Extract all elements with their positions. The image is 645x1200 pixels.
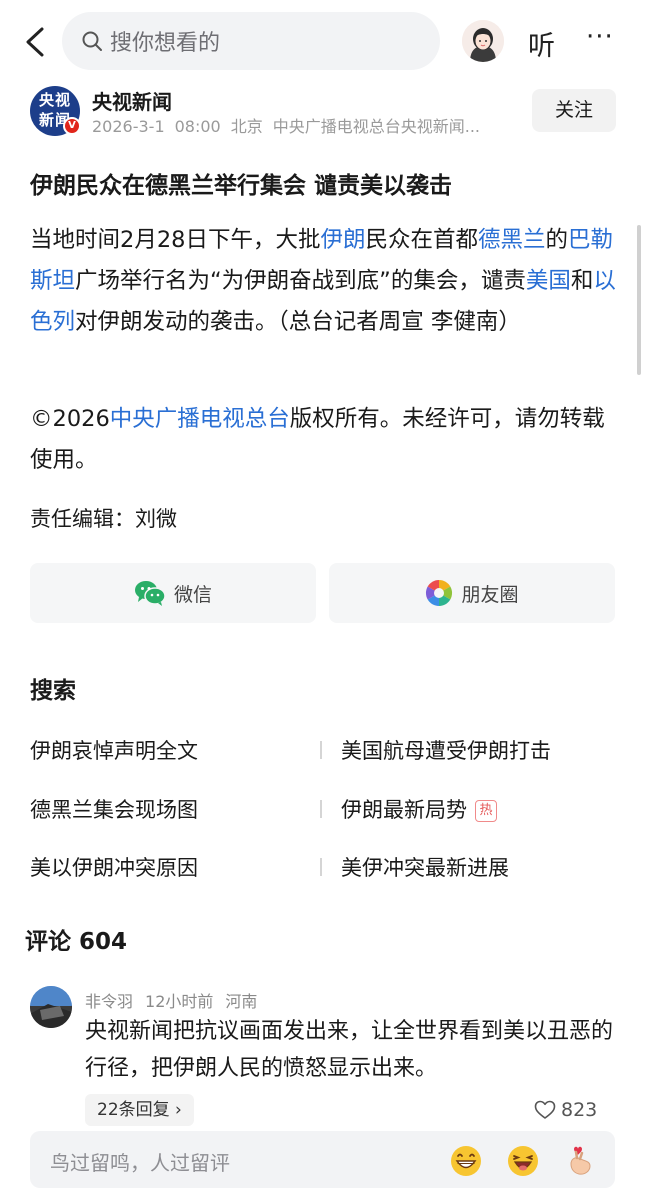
search-section-title: 搜索 [30,678,76,704]
commenter-name[interactable]: 非令羽 [85,992,133,1011]
top-bar: 搜你想看的 听 ··· [0,0,645,84]
listen-button[interactable]: 听 [528,24,555,63]
publish-time: 08:00 [174,117,221,136]
search-suggestion[interactable]: 德黑兰集会现场图 [30,794,198,824]
comment-location: 河南 [225,992,258,1011]
finger-heart-emoji-icon[interactable] [563,1144,597,1178]
inline-topic-link[interactable]: 美国 [526,268,571,294]
comment-time: 12小时前 [145,992,214,1011]
search-icon [82,31,102,51]
source-name[interactable]: 央视新闻 [92,86,172,115]
moments-icon [426,579,453,607]
more-options-button[interactable]: ··· [586,22,614,52]
inline-topic-link[interactable]: 德黑兰 [478,227,546,253]
source-logo[interactable]: 央视 新闻 V [30,86,81,136]
search-suggestion-label: 伊朗最新局势 [341,798,467,822]
search-placeholder: 搜你想看的 [110,31,221,56]
grin-emoji-icon[interactable] [449,1144,483,1178]
user-avatar[interactable] [462,20,504,62]
publish-location: 北京 [230,117,263,136]
comment-input-placeholder: 鸟过留鸣，人过留评 [50,1151,230,1175]
paragraph-text: 广场举行名为“为伊朗奋战到底”的集会，谴责 [75,268,526,294]
verified-badge-icon: V [63,117,81,135]
hot-badge-icon: 热 [475,800,497,822]
divider [320,800,322,818]
commenter-avatar[interactable] [30,986,72,1028]
follow-button[interactable]: 关注 [532,89,616,132]
paragraph-text: 当地时间2月28日下午，大批 [30,227,321,253]
share-moments-label: 朋友圈 [461,583,519,606]
paragraph-text: 对伊朗发动的袭击。（总台记者周宣 李健南） [75,309,521,335]
paragraph-text: 和 [570,268,594,294]
publisher-name: 中央广播电视总台央视新闻... [272,117,481,136]
like-count: 823 [561,1099,598,1121]
article-title: 伊朗民众在德黑兰举行集会 谴责美以袭击 [30,173,453,199]
comments-title: 评论 604 [25,929,128,955]
divider [320,741,322,759]
search-input[interactable]: 搜你想看的 [62,12,440,70]
inline-topic-link[interactable]: 中央广播电视总台 [110,406,290,432]
article-paragraph-1: 当地时间2月28日下午，大批伊朗民众在首都德黑兰的巴勒斯坦广场举行名为“为伊朗奋… [30,220,622,343]
search-suggestion[interactable]: 美国航母遭受伊朗打击 [341,735,551,765]
like-button[interactable]: 823 [534,1099,597,1121]
comment-text[interactable]: 央视新闻把抗议画面发出来，让全世界看到美以丑恶的行径，把伊朗人民的愤怒显示出来。 [85,1013,625,1087]
source-meta: 2026-3-1 08:00 北京 中央广播电视总台央视新闻... [92,113,522,137]
search-suggestion[interactable]: 伊朗哀悼声明全文 [30,735,198,765]
avatar-girl-icon [462,20,504,62]
back-arrow-icon[interactable] [18,24,54,60]
scrollbar[interactable] [637,225,641,375]
search-suggestion[interactable]: 美以伊朗冲突原因 [30,852,198,882]
avatar-building-icon [30,986,72,1028]
paragraph-text: 的 [545,227,569,253]
paragraph-text: 民众在首都 [365,227,478,253]
heart-icon [534,1100,556,1119]
paragraph-text: ©2026 [30,406,110,432]
article-paragraph-2: ©2026中央广播电视总台版权所有。未经许可，请勿转载使用。 [30,399,622,481]
laugh-emoji-icon[interactable] [506,1144,540,1178]
search-suggestion[interactable]: 美伊冲突最新进展 [341,852,509,882]
divider [320,858,322,876]
comment-meta: 非令羽 12小时前 河南 [85,988,269,1012]
wechat-icon [134,581,166,606]
responsible-editor: 责任编辑：刘微 [30,507,177,531]
share-moments-button[interactable]: 朋友圈 [329,563,615,623]
logo-text-line1: 央视 [38,91,71,109]
search-suggestion-hot[interactable]: 伊朗最新局势热 [341,794,497,824]
inline-topic-link[interactable]: 伊朗 [320,227,365,253]
share-wechat-button[interactable]: 微信 [30,563,316,623]
view-replies-button[interactable]: 22条回复 › [85,1094,194,1126]
share-wechat-label: 微信 [173,583,212,606]
publish-date: 2026-3-1 [92,117,165,136]
